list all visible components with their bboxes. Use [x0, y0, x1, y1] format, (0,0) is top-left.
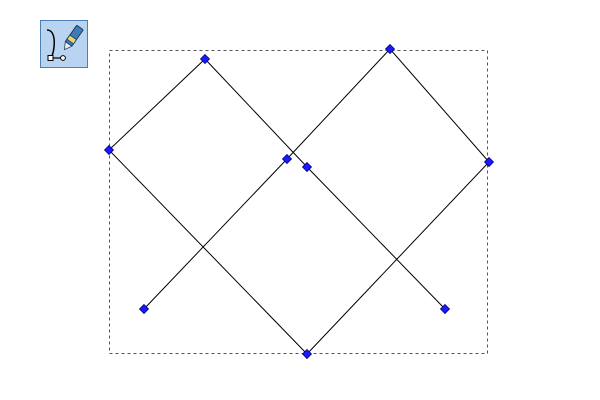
path-nodes — [103, 43, 495, 360]
canvas-svg — [103, 43, 495, 360]
bezier-path[interactable] — [108, 48, 490, 355]
drawing-canvas[interactable] — [0, 0, 600, 400]
